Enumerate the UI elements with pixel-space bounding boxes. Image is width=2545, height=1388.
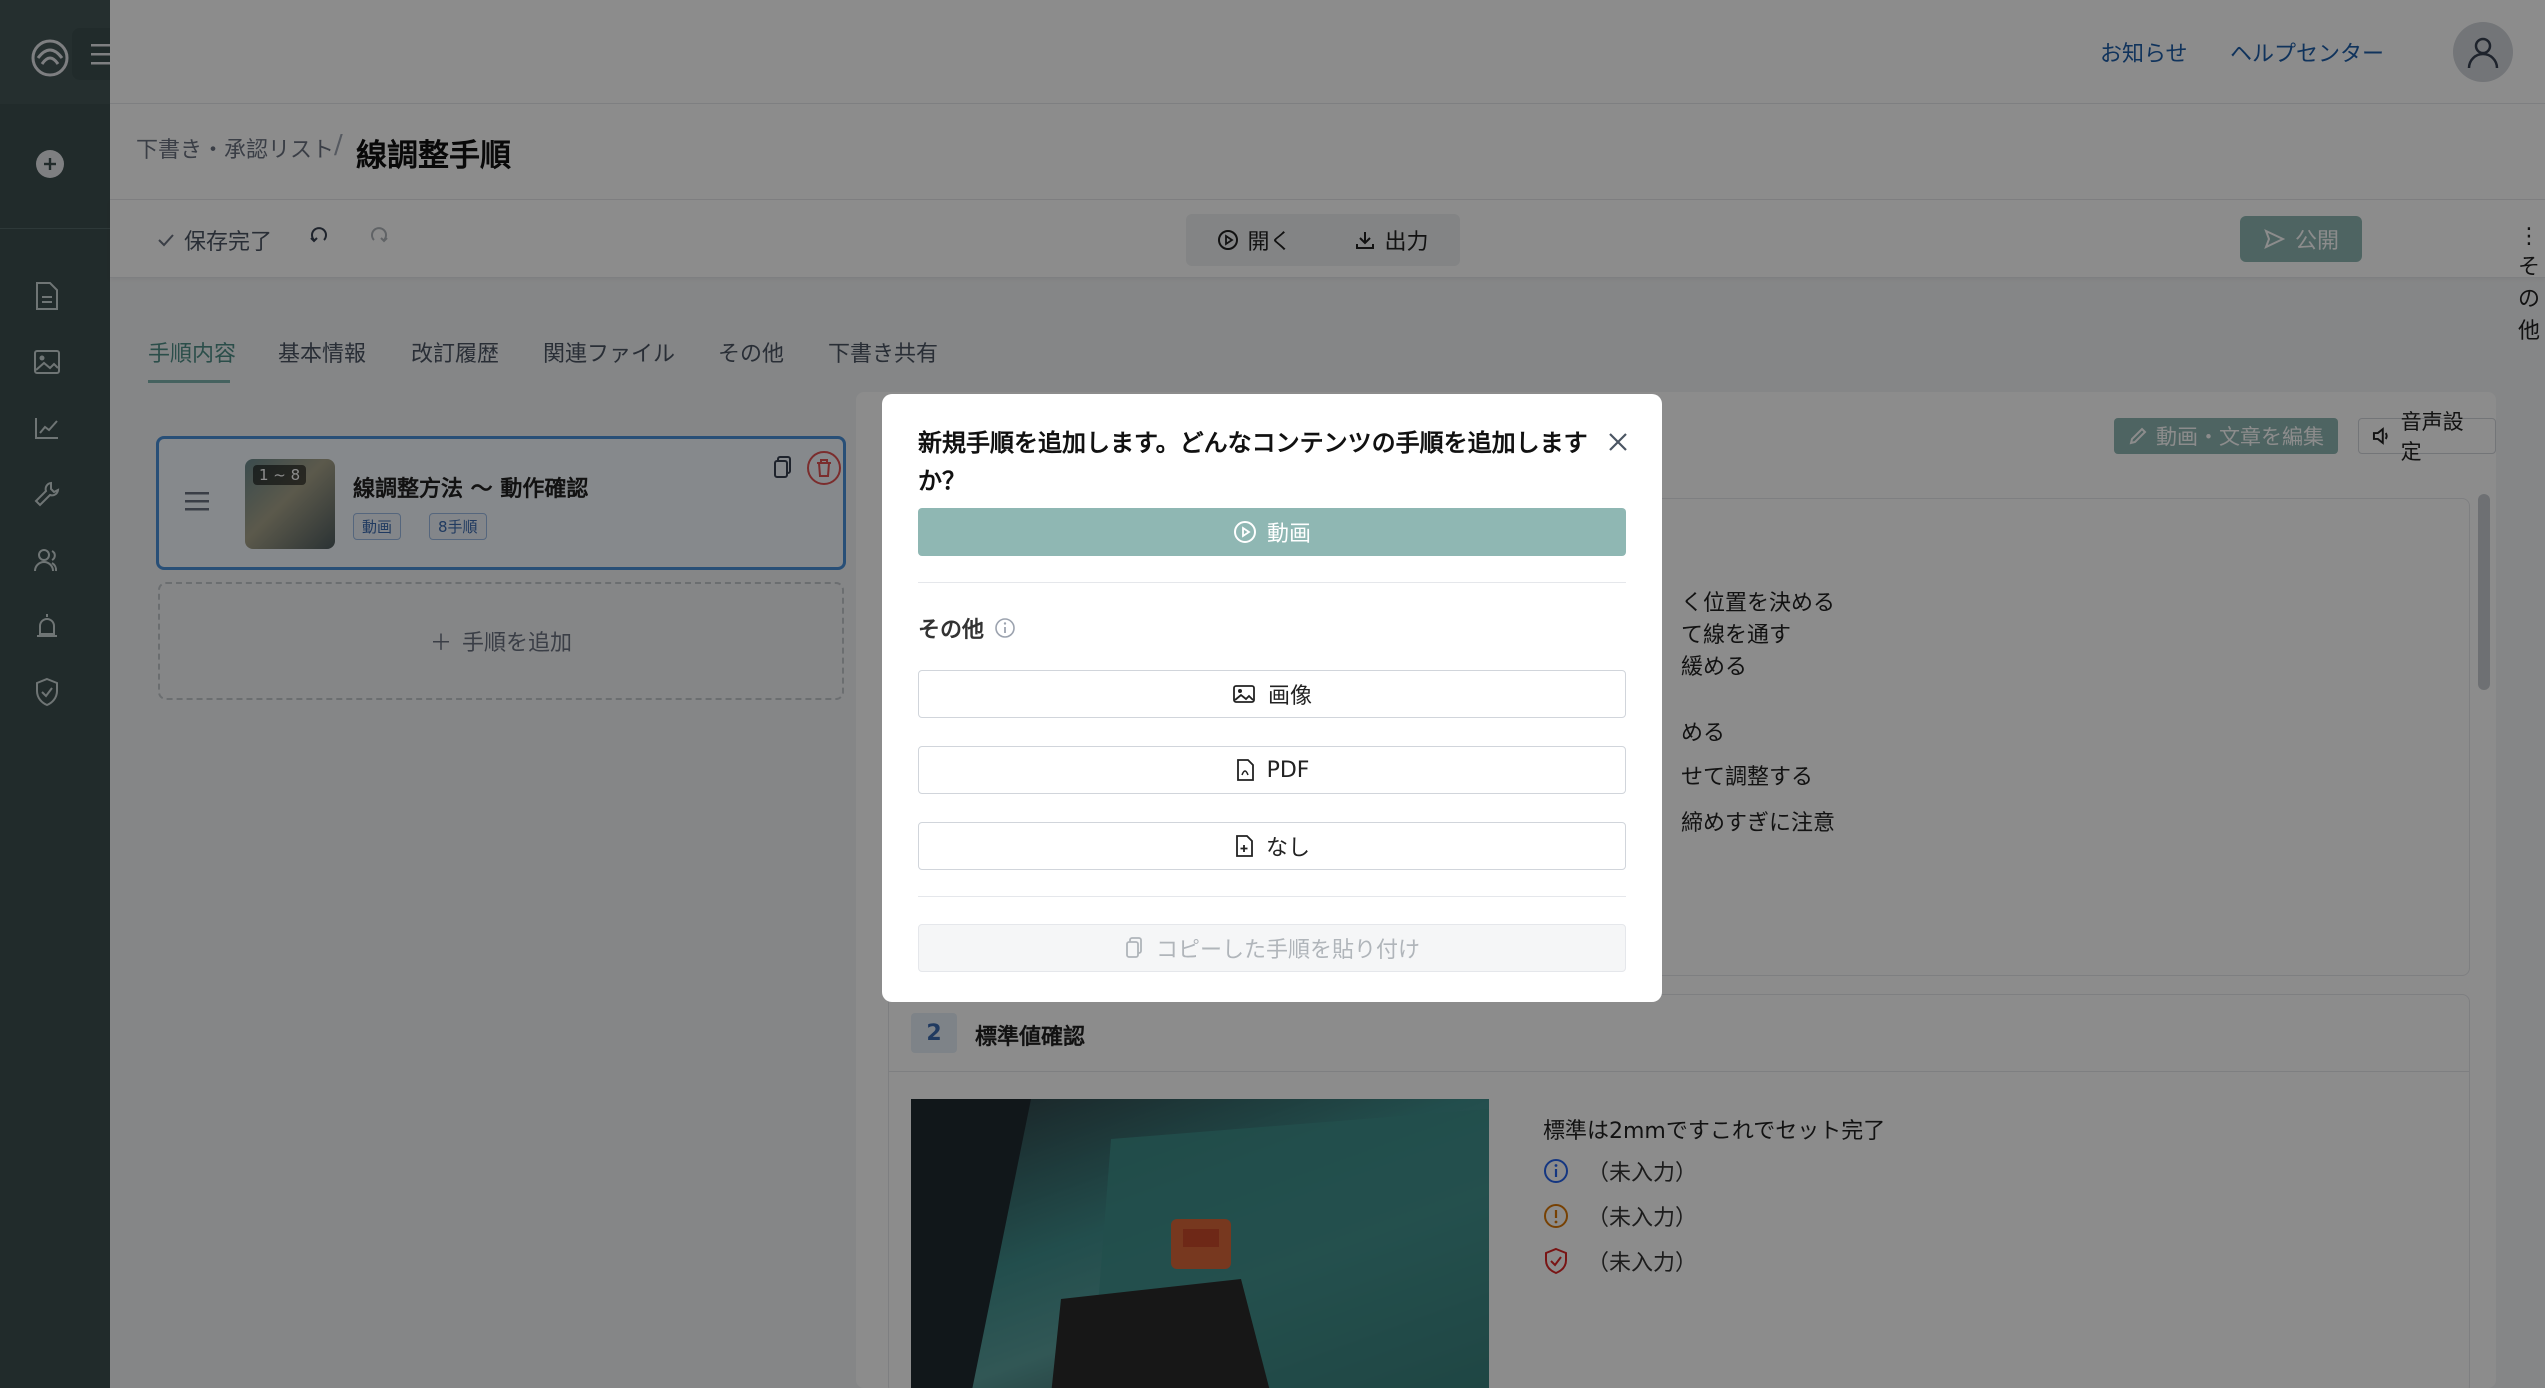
add-step-dialog: 新規手順を追加します。どんなコンテンツの手順を追加しますか？ 動画 その他 画像…: [882, 394, 1662, 1002]
image-option-label: 画像: [1267, 684, 1312, 709]
file-plus-icon: [1236, 835, 1253, 857]
paste-copied-step-button[interactable]: コピーした手順を貼り付け: [918, 924, 1626, 972]
close-button[interactable]: [1602, 426, 1634, 458]
image-option-button[interactable]: 画像: [918, 670, 1626, 718]
clipboard-icon: [1126, 937, 1142, 958]
other-section-header: その他: [918, 612, 1016, 644]
paste-copied-step-label: コピーした手順を貼り付け: [1155, 938, 1420, 963]
none-option-label: なし: [1265, 836, 1310, 861]
info-icon[interactable]: [994, 617, 1016, 639]
dialog-divider: [918, 896, 1626, 897]
other-section-label: その他: [918, 618, 985, 643]
dialog-title: 新規手順を追加します。どんなコンテンツの手順を追加しますか？: [918, 429, 1588, 495]
pdf-file-icon: [1236, 759, 1254, 781]
image-icon: [1233, 685, 1255, 703]
dialog-divider: [918, 582, 1626, 583]
pdf-option-button[interactable]: PDF: [918, 746, 1626, 794]
video-option-button[interactable]: 動画: [918, 508, 1626, 556]
video-option-label: 動画: [1266, 522, 1311, 547]
none-option-button[interactable]: なし: [918, 822, 1626, 870]
play-circle-icon: [1233, 521, 1256, 543]
close-icon: [1609, 433, 1627, 451]
pdf-option-label: PDF: [1266, 757, 1310, 783]
